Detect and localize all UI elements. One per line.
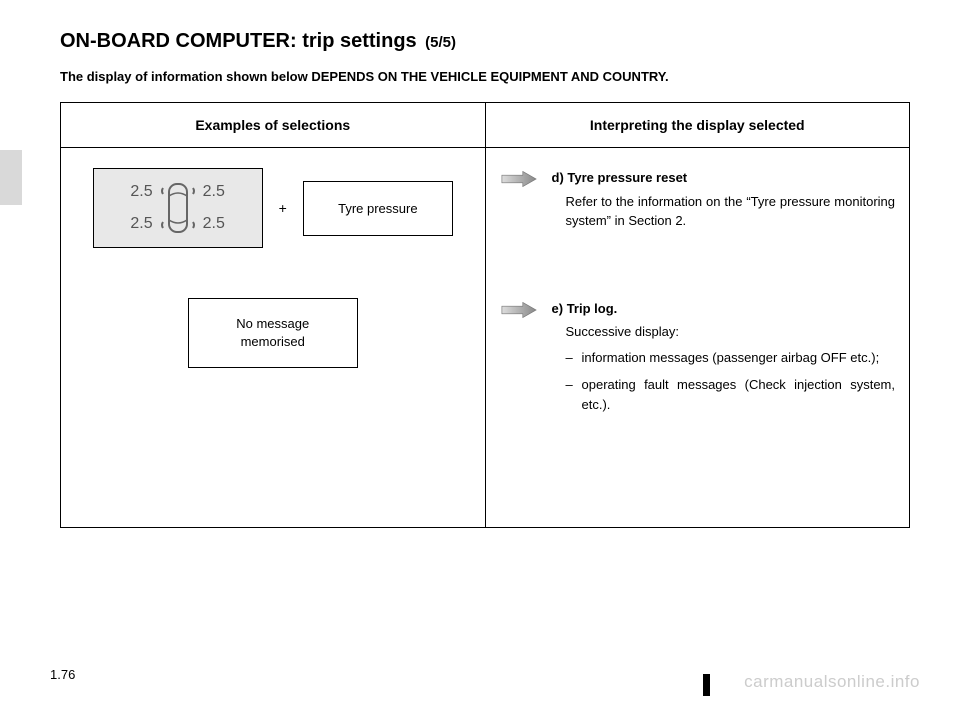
page-number: 1.76	[50, 667, 75, 682]
arrow-right-icon	[500, 170, 538, 188]
interpreting-cell: d) Tyre pressure reset Refer to the info…	[485, 148, 910, 528]
examples-cell: 2.5 2.5	[61, 148, 486, 528]
entry-d-prefix: d)	[552, 170, 564, 185]
page-title-part: (5/5)	[425, 34, 456, 51]
entry-d-text: d) Tyre pressure reset Refer to the info…	[552, 168, 896, 231]
tyre-pressure-label: Tyre pressure	[338, 201, 417, 216]
page-title: ON-BOARD COMPUTER: trip settings	[60, 30, 417, 52]
tyre-fl: 2.5	[130, 183, 152, 201]
entry-d: d) Tyre pressure reset Refer to the info…	[500, 168, 896, 231]
tyre-values-right: 2.5 2.5	[203, 183, 225, 233]
entry-d-body: Refer to the information on the “Tyre pr…	[552, 192, 896, 231]
watermark: carmanualsonline.info	[744, 672, 920, 692]
bullet-item: operating fault messages (Check injectio…	[566, 375, 896, 414]
entry-e-sub: Successive display:	[552, 322, 896, 342]
no-message-box: No message memorised	[188, 298, 358, 368]
no-message-line1: No message	[236, 315, 309, 333]
tyre-fr: 2.5	[203, 183, 225, 201]
entry-e: e) Trip log. Successive display: informa…	[500, 299, 896, 423]
page-content: ON-BOARD COMPUTER: trip settings (5/5) T…	[0, 0, 960, 528]
tyre-values-left: 2.5 2.5	[130, 183, 152, 233]
entry-e-bullets: information messages (passenger airbag O…	[552, 348, 896, 415]
car-top-icon	[159, 178, 197, 238]
plus-sign: +	[279, 200, 287, 216]
no-message-line2: memorised	[241, 333, 305, 351]
entry-e-prefix: e)	[552, 301, 564, 316]
side-tab	[0, 150, 22, 205]
arrow-e	[500, 299, 540, 423]
tyre-pressure-label-box: Tyre pressure	[303, 181, 453, 236]
entry-d-heading: Tyre pressure reset	[567, 170, 687, 185]
tyre-pressure-example: 2.5 2.5	[75, 168, 471, 248]
settings-table: Examples of selections Interpreting the …	[60, 102, 910, 528]
entry-e-text: e) Trip log. Successive display: informa…	[552, 299, 896, 423]
tyre-display-box: 2.5 2.5	[93, 168, 263, 248]
arrow-d	[500, 168, 540, 231]
page-marker	[703, 674, 710, 696]
tyre-rl: 2.5	[130, 215, 152, 233]
equipment-note: The display of information shown below D…	[60, 69, 910, 84]
col-header-examples: Examples of selections	[61, 103, 486, 148]
bullet-item: information messages (passenger airbag O…	[566, 348, 896, 368]
entry-e-heading: Trip log.	[567, 301, 618, 316]
arrow-right-icon	[500, 301, 538, 319]
tyre-rr: 2.5	[203, 215, 225, 233]
page-title-row: ON-BOARD COMPUTER: trip settings (5/5)	[60, 30, 910, 53]
col-header-interpreting: Interpreting the display selected	[485, 103, 910, 148]
